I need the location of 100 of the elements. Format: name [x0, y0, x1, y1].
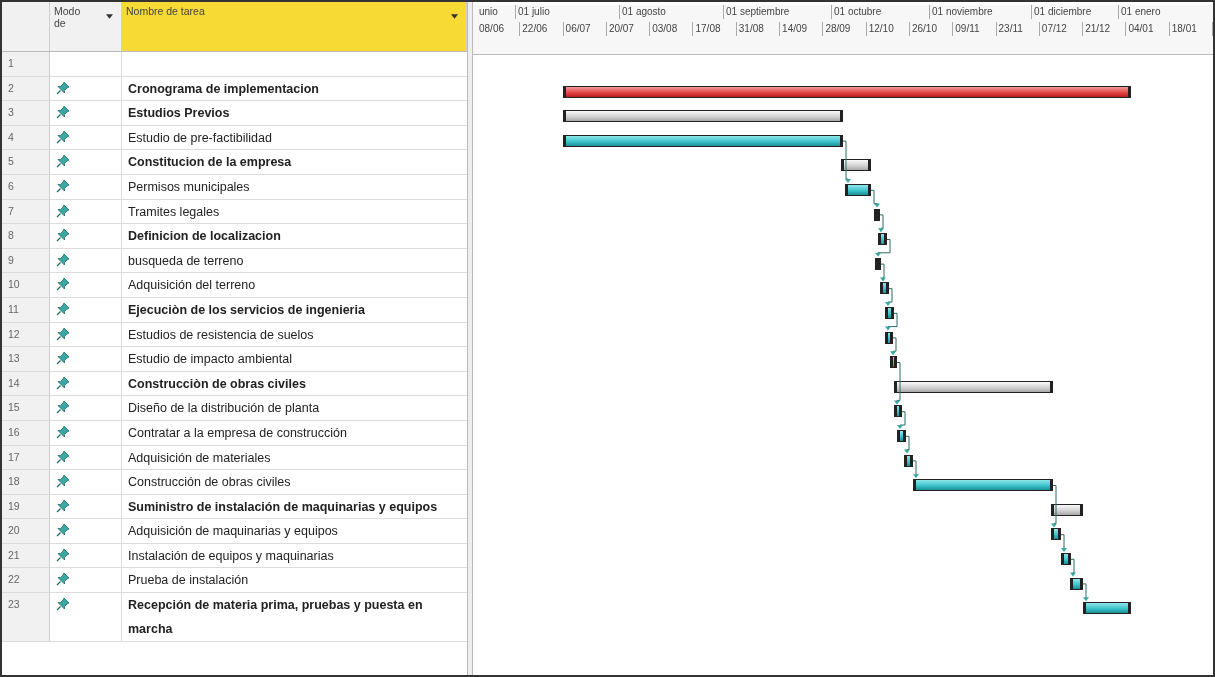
month-label: 01 diciembre — [1032, 5, 1119, 19]
task-name: Adquisición del terreno — [128, 277, 257, 295]
week-label: 04/01 — [1126, 22, 1170, 36]
pushpin-icon — [56, 523, 70, 538]
pushpin-icon — [56, 326, 70, 341]
row-number[interactable]: 11 — [2, 297, 50, 323]
pushpin-icon — [56, 129, 70, 144]
pushpin-icon — [56, 178, 70, 193]
summary-bar[interactable] — [1051, 503, 1083, 516]
row-number[interactable]: 5 — [2, 150, 50, 175]
task-bar[interactable] — [1051, 528, 1061, 541]
month-label: unio — [477, 5, 516, 19]
pushpin-icon — [56, 154, 70, 169]
task-bar[interactable] — [1083, 602, 1131, 615]
task-name: Diseño de la distribución de planta — [128, 400, 321, 418]
task-bar[interactable] — [880, 282, 889, 295]
row-number[interactable]: 20 — [2, 519, 50, 544]
task-name: Instalación de equipos y maquinarias — [128, 547, 335, 565]
row-number[interactable]: 3 — [2, 101, 50, 126]
row-number[interactable]: 9 — [2, 248, 50, 274]
week-label: 08/06 — [477, 22, 521, 36]
week-label: 26/10 — [909, 22, 954, 36]
column-header[interactable]: Nombre de tarea — [122, 2, 467, 51]
task-bar[interactable] — [563, 134, 843, 147]
task-bar[interactable] — [1070, 577, 1083, 590]
task-name: Adquisición de materiales — [128, 449, 272, 467]
pushpin-icon — [56, 252, 70, 267]
month-label: 01 octubre — [832, 5, 930, 19]
task-bar[interactable] — [878, 233, 887, 246]
pushpin-icon — [56, 597, 70, 612]
task-name: Estudio de pre-factibilidad — [128, 129, 273, 147]
week-label: 06/07 — [563, 22, 607, 36]
summary-bar[interactable] — [841, 159, 871, 172]
week-label: 03/08 — [650, 22, 694, 36]
dropdown-caret-icon[interactable] — [451, 14, 458, 19]
row-number[interactable]: 2 — [2, 76, 50, 102]
pushpin-icon — [56, 277, 70, 292]
month-label: 01 noviembre — [930, 5, 1032, 19]
row-number[interactable]: 10 — [2, 273, 50, 298]
row-number[interactable]: 4 — [2, 125, 50, 151]
task-name: Construcciòn de obras civiles — [128, 375, 307, 393]
row-number[interactable]: 15 — [2, 396, 50, 421]
dropdown-caret-icon[interactable] — [106, 14, 113, 19]
row-number[interactable]: 22 — [2, 568, 50, 594]
week-label: 07/12 — [1039, 22, 1084, 36]
project-bar[interactable] — [563, 85, 1131, 98]
task-bar[interactable] — [897, 430, 906, 442]
task-name: Estudio de impacto ambiental — [128, 351, 293, 369]
task-bar[interactable] — [874, 208, 880, 221]
pushpin-icon — [56, 498, 70, 513]
task-bar[interactable] — [894, 405, 902, 418]
row-number[interactable]: 13 — [2, 347, 50, 372]
task-bar[interactable] — [1061, 553, 1071, 565]
week-label: 22/06 — [520, 22, 564, 36]
pushpin-icon — [56, 400, 70, 415]
row-number[interactable]: 17 — [2, 445, 50, 471]
pushpin-icon — [56, 351, 70, 366]
task-bar[interactable] — [904, 454, 913, 467]
row-number[interactable]: 18 — [2, 470, 50, 495]
week-label: 14/09 — [780, 22, 824, 36]
task-bar[interactable] — [845, 184, 871, 196]
pushpin-icon — [56, 449, 70, 464]
row-number[interactable]: 12 — [2, 322, 50, 348]
month-label: 01 septiembre — [724, 5, 832, 19]
row-number[interactable]: 16 — [2, 420, 50, 446]
row-number[interactable]: 14 — [2, 371, 50, 397]
task-name: Cronograma de implementacion — [128, 80, 320, 98]
task-bar[interactable] — [875, 257, 881, 270]
task-bar[interactable] — [885, 307, 894, 319]
month-label: 01 enero — [1119, 5, 1213, 19]
row-number[interactable]: 1 — [2, 52, 50, 77]
task-name: Adquisición de maquinarias y equipos — [128, 523, 339, 541]
row-number[interactable]: 8 — [2, 224, 50, 249]
task-name: Constitucion de la empresa — [128, 154, 293, 172]
summary-bar[interactable] — [563, 110, 843, 123]
summary-bar[interactable] — [894, 380, 1053, 393]
task-bar[interactable] — [885, 331, 893, 344]
select-all-cell[interactable] — [2, 2, 50, 51]
pushpin-icon — [56, 424, 70, 439]
row-number[interactable]: 19 — [2, 494, 50, 520]
pushpin-icon — [56, 474, 70, 489]
column-header[interactable]: Modo de — [50, 2, 122, 51]
task-name: Suministro de instalación de maquinarias y equipos — [128, 498, 439, 516]
row-number[interactable]: 23 — [2, 593, 50, 643]
task-name: Recepción de materia prima, pruebas y puesta en marcha — [128, 597, 424, 639]
task-name: Tramites legales — [128, 203, 221, 221]
task-name: Estudios de resistencia de suelos — [128, 326, 315, 344]
task-bar[interactable] — [913, 479, 1053, 492]
task-name: Permisos municipales — [128, 178, 251, 196]
week-label: 21/12 — [1083, 22, 1127, 36]
row-number[interactable]: 6 — [2, 174, 50, 200]
week-label: 20/07 — [606, 22, 651, 36]
row-number[interactable]: 7 — [2, 199, 50, 225]
row-number[interactable]: 21 — [2, 543, 50, 569]
task-name: Ejecuciòn de los servicios de ingenieria — [128, 301, 366, 319]
pushpin-icon — [56, 547, 70, 562]
task-name: Estudios Previos — [128, 105, 231, 123]
week-label: 09/11 — [953, 22, 997, 36]
task-bar[interactable] — [890, 356, 897, 369]
month-label: 01 julio — [516, 5, 620, 19]
